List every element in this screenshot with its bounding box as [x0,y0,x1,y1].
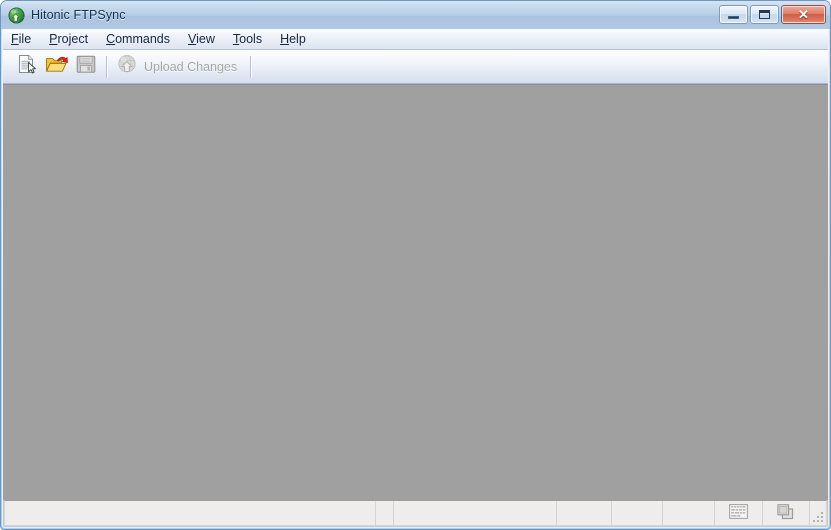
log-pane-icon [728,504,748,522]
menu-item-file-rest: ile [18,32,32,46]
menu-item-commands-rest: ommands [115,32,170,46]
status-message-panel [5,501,376,525]
menu-item-help[interactable]: Help [280,32,315,46]
menu-item-tools-rest: ools [239,32,263,46]
toolbar-separator-2 [250,55,253,78]
menu-item-help-rest: elp [289,32,306,46]
minimize-icon [728,15,739,19]
status-counter-5-panel [663,501,715,525]
status-cascade-windows-button[interactable] [763,501,811,525]
toolbar: Upload Changes [3,50,828,84]
cascade-windows-icon [776,503,796,524]
menu-item-view-rest: iew [196,32,215,46]
menu-item-commands[interactable]: Commands [106,32,179,46]
open-project-button[interactable] [41,52,71,82]
status-counter-3-panel [557,501,612,525]
window-resize-grip[interactable] [810,501,826,525]
upload-changes-button: Upload Changes [113,52,245,82]
close-icon: ✕ [798,7,809,22]
open-folder-icon [44,52,68,81]
maximize-icon [759,10,770,19]
globe-upload-icon [115,52,139,81]
mdi-client-area[interactable] [3,84,828,500]
menu-item-view[interactable]: View [188,32,224,46]
menu-item-tools[interactable]: Tools [233,32,271,46]
new-project-button[interactable] [11,52,41,82]
save-floppy-icon [74,52,98,81]
status-bar [4,500,827,526]
menu-item-project-rest: roject [57,32,89,46]
minimize-button[interactable] [719,5,748,24]
window-title: Hitonic FTPSync [31,8,126,22]
globe-arrow-icon[interactable] [8,7,25,24]
menu-item-file[interactable]: File [11,32,40,46]
save-project-button [71,52,101,82]
title-bar[interactable]: Hitonic FTPSync ✕ [1,1,830,29]
toolbar-separator-1 [106,55,108,78]
application-window: Hitonic FTPSync ✕ File Project Commands … [0,0,831,530]
menu-item-project[interactable]: Project [49,32,97,46]
status-counter-4-panel [612,501,664,525]
status-counter-2-panel [394,501,558,525]
caption-button-group: ✕ [719,5,826,24]
menu-bar: File Project Commands View Tools Help [3,29,828,50]
upload-changes-label: Upload Changes [144,59,238,74]
close-button[interactable]: ✕ [781,5,826,24]
status-counter-1-panel [376,501,394,525]
status-log-pane-button[interactable] [715,501,763,525]
new-document-icon [14,52,38,81]
maximize-button[interactable] [750,5,779,24]
